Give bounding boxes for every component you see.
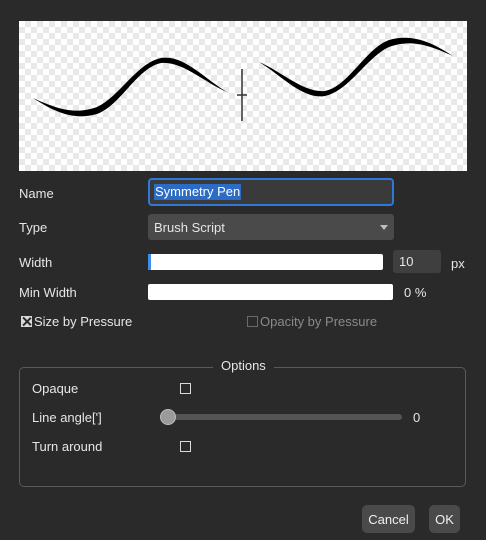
line-angle-label: Line angle['] — [32, 410, 102, 425]
min-width-slider-bar[interactable] — [148, 284, 393, 300]
size-by-pressure-checkbox[interactable] — [21, 316, 32, 327]
ok-button[interactable]: OK — [429, 505, 460, 533]
opaque-label: Opaque — [32, 381, 79, 396]
line-angle-slider-knob[interactable] — [160, 409, 176, 425]
cancel-button[interactable]: Cancel — [362, 505, 415, 533]
stroke-preview — [19, 21, 467, 171]
size-by-pressure-label: Size by Pressure — [34, 314, 133, 329]
type-dropdown-value: Brush Script — [154, 219, 225, 235]
width-slider-fill — [148, 254, 151, 270]
width-number-value: 10 — [399, 254, 414, 269]
turn-around-label: Turn around — [32, 439, 103, 454]
type-dropdown[interactable]: Brush Script — [148, 214, 394, 240]
width-unit: px — [451, 256, 465, 271]
name-input[interactable]: Symmetry Pen — [148, 178, 394, 206]
name-label: Name — [19, 186, 54, 201]
opacity-by-pressure-label: Opacity by Pressure — [260, 314, 378, 329]
opacity-by-pressure-checkbox[interactable] — [247, 316, 258, 327]
line-angle-slider-track[interactable] — [168, 414, 402, 420]
line-angle-value: 0 — [413, 410, 421, 425]
width-label: Width — [19, 255, 53, 270]
min-width-value: 0 % — [404, 285, 427, 300]
options-group — [19, 367, 466, 487]
turn-around-checkbox[interactable] — [180, 441, 191, 452]
symmetry-stroke-icon — [33, 37, 453, 121]
options-title: Options — [213, 358, 274, 373]
name-input-value: Symmetry Pen — [154, 184, 242, 200]
type-label: Type — [19, 220, 48, 235]
opaque-checkbox[interactable] — [180, 383, 191, 394]
width-number-field[interactable]: 10 — [393, 250, 441, 273]
min-width-label: Min Width — [19, 285, 77, 300]
chevron-down-icon — [380, 224, 388, 230]
width-slider-bar[interactable] — [148, 254, 383, 270]
